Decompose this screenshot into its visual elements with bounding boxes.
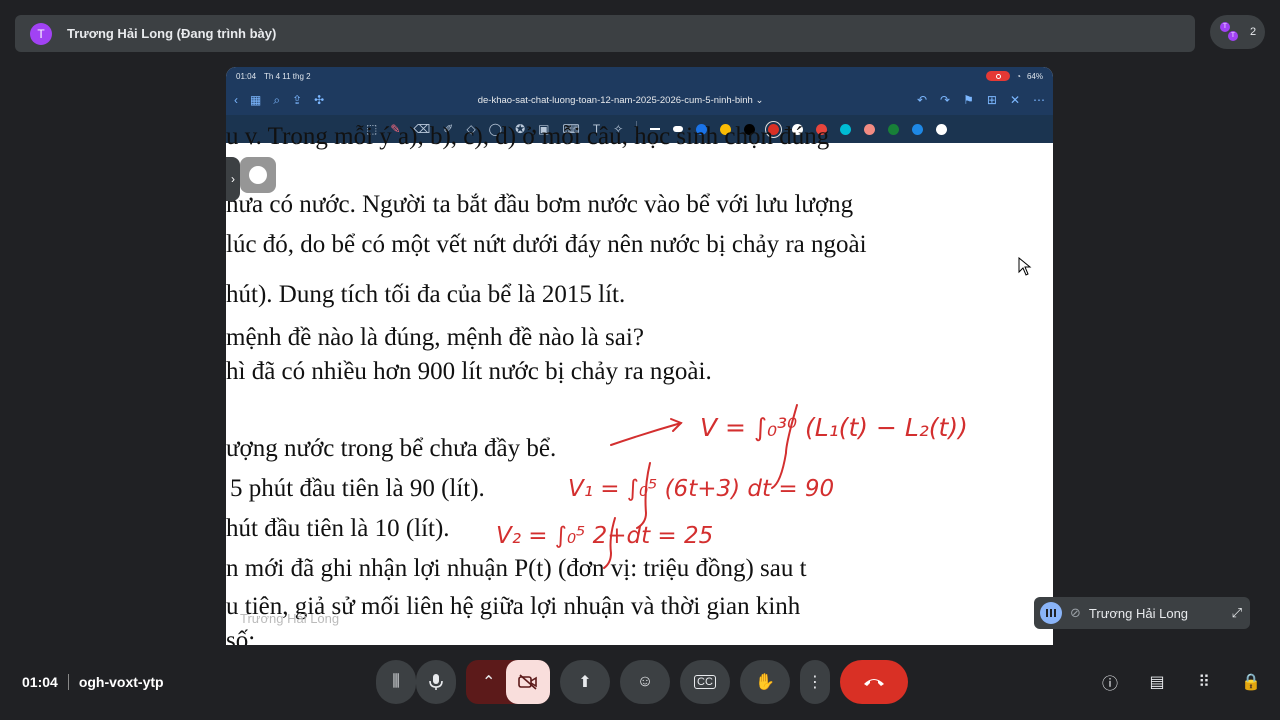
meeting-info: 01:04 ogh-voxt-ytp [22,674,164,690]
captions-button[interactable]: CC [680,660,730,704]
presenter-bar: T Trương Hải Long (Đang trình bày) [15,15,1195,52]
present-screen-button[interactable]: ⬆ [560,660,610,704]
host-controls-button[interactable]: 🔒 [1239,670,1263,694]
camera-options-button[interactable]: ⌃ [466,660,550,704]
reactions-button[interactable]: ☺ [620,660,670,704]
audio-settings-button[interactable]: ⫼ [376,660,416,704]
search-icon[interactable]: ⌕ [273,93,280,108]
handwriting-annotations: V = ∫₀³⁰ (L₁(t) − L₂(t)) V₁ = ∫₀⁵ (6t+3)… [496,404,968,569]
clock: 01:04 [22,674,58,690]
tablet-time: 01:04 [236,71,257,81]
leave-call-button[interactable] [840,660,908,704]
emoji-icon: ☺ [636,673,654,690]
bookmark-icon[interactable]: ⚑ [963,93,974,107]
ink-eq2: V₁ = ∫₀⁵ (6t+3) dt = 90 [568,476,834,502]
document-title[interactable]: de-khao-sat-chat-luong-toan-12-nam-2025-… [336,95,905,106]
activities-button[interactable]: ⠿ [1192,670,1216,694]
expand-icon[interactable]: ⤢ [1232,605,1242,621]
audio-level-icon [1040,602,1062,624]
hand-icon: ✋ [755,674,775,691]
meeting-controls-bar: 01:04 ogh-voxt-ytp ⫼ ⌃ ⬆ ☺ CC ✋ ⋮ ⓘ ▤ ⠿ … [0,655,1280,710]
more-vert-icon: ⋮ [807,674,823,691]
captions-icon: CC [694,675,716,689]
microphone-icon [429,674,443,690]
more-options-button[interactable]: ⋮ [800,660,830,704]
ink-arrow-line [610,422,682,446]
back-icon[interactable]: ‹ [234,93,238,107]
pen-color-swatch[interactable] [936,123,948,135]
assistive-touch-button[interactable] [240,157,276,193]
tablet-nav-bar: ‹ ▦ ⌕ ⇪ ✣ de-khao-sat-chat-luong-toan-12… [226,85,1053,115]
battery-level: 64% [1026,71,1043,81]
divider [67,674,69,690]
audio-bars-icon: ⫼ [392,673,400,690]
pen-color-swatch[interactable] [864,123,876,135]
camera-off-icon [518,674,537,690]
pen-color-swatch[interactable] [888,123,900,135]
undo-icon[interactable]: ↶ [917,93,927,107]
meeting-details-button[interactable]: ⓘ [1098,670,1122,694]
shared-screen: 01:04 Th 4 11 thg 2 ◔ 64% ‹ ▦ ⌕ ⇪ ✣ de-k… [226,67,1053,645]
presenter-watermark: Trương Hải Long [240,611,340,626]
chat-button[interactable]: ▤ [1145,670,1169,694]
participants-button[interactable]: T T 2 [1210,15,1265,49]
ink-eq3: V₂ = ∫₀⁵ 2+dt = 25 [496,523,713,549]
side-controls: ⓘ ▤ ⠿ 🔒 [1098,670,1263,694]
more-icon[interactable]: ⋯ [1033,93,1045,107]
meeting-code: ogh-voxt-ytp [78,674,164,690]
present-icon: ⬆ [578,674,592,691]
chevron-up-icon: ⌃ [482,674,496,691]
microphone-button[interactable] [416,660,456,704]
self-view-tile[interactable]: ⊘ Trương Hải Long ⤢ [1034,597,1250,629]
document-page: u v. Trong mỗi ý a), b), c), d) ở mỗi câ… [226,123,1053,645]
hang-up-icon [864,679,884,686]
tablet-date: Th 4 11 thg 2 [264,71,311,81]
pen-color-swatch[interactable] [912,123,924,135]
grid-icon[interactable]: ▦ [250,93,261,107]
participant-count: 2 [1250,26,1257,38]
self-name: Trương Hải Long [1088,605,1189,621]
add-page-icon[interactable]: ⊞ [987,93,997,107]
ink-eq1: V = ∫₀³⁰ (L₁(t) − L₂(t)) [700,413,968,442]
redo-icon[interactable]: ↷ [940,93,950,107]
mouse-cursor-icon [1018,257,1032,276]
wifi-icon: ◔ [1016,71,1021,81]
call-controls: ⫼ ⌃ ⬆ ☺ CC ✋ ⋮ [376,660,908,704]
raise-hand-button[interactable]: ✋ [740,660,790,704]
camera-toggle-button[interactable] [506,660,550,704]
share-icon[interactable]: ⇪ [292,93,302,107]
presenter-label: Trương Hải Long (Đang trình bày) [67,26,277,41]
tablet-status-bar: 01:04 Th 4 11 thg 2 ◔ 64% [226,67,1053,85]
screen-record-icon [986,71,1011,81]
sidebar-expand-handle[interactable]: › [226,157,240,201]
camera-off-icon: ⊘ [1070,605,1081,620]
pen-color-swatch[interactable] [840,123,852,135]
participant-avatars: T T [1220,22,1240,42]
settings-icon[interactable]: ✣ [314,93,324,107]
close-icon[interactable]: ✕ [1010,93,1020,107]
presenter-avatar: T [30,22,52,45]
